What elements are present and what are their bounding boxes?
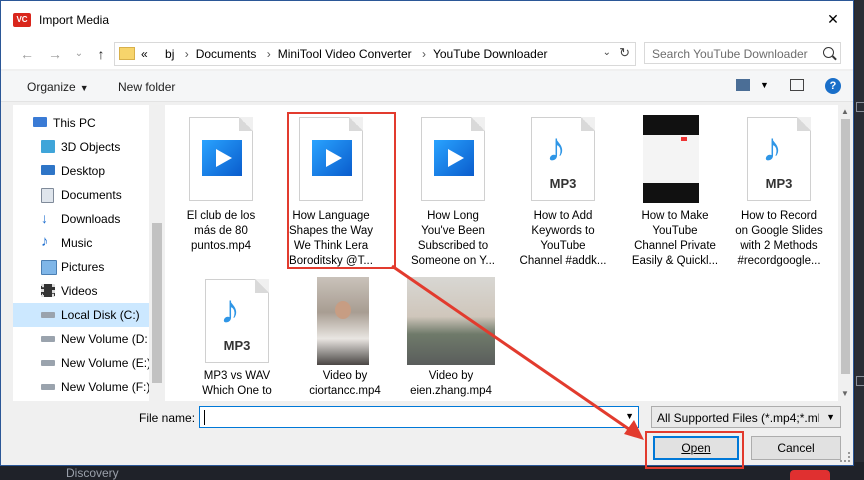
annotation-arrow-head	[624, 420, 644, 440]
annotation-arrow	[391, 264, 644, 440]
annotation-arrow-line	[391, 264, 637, 436]
